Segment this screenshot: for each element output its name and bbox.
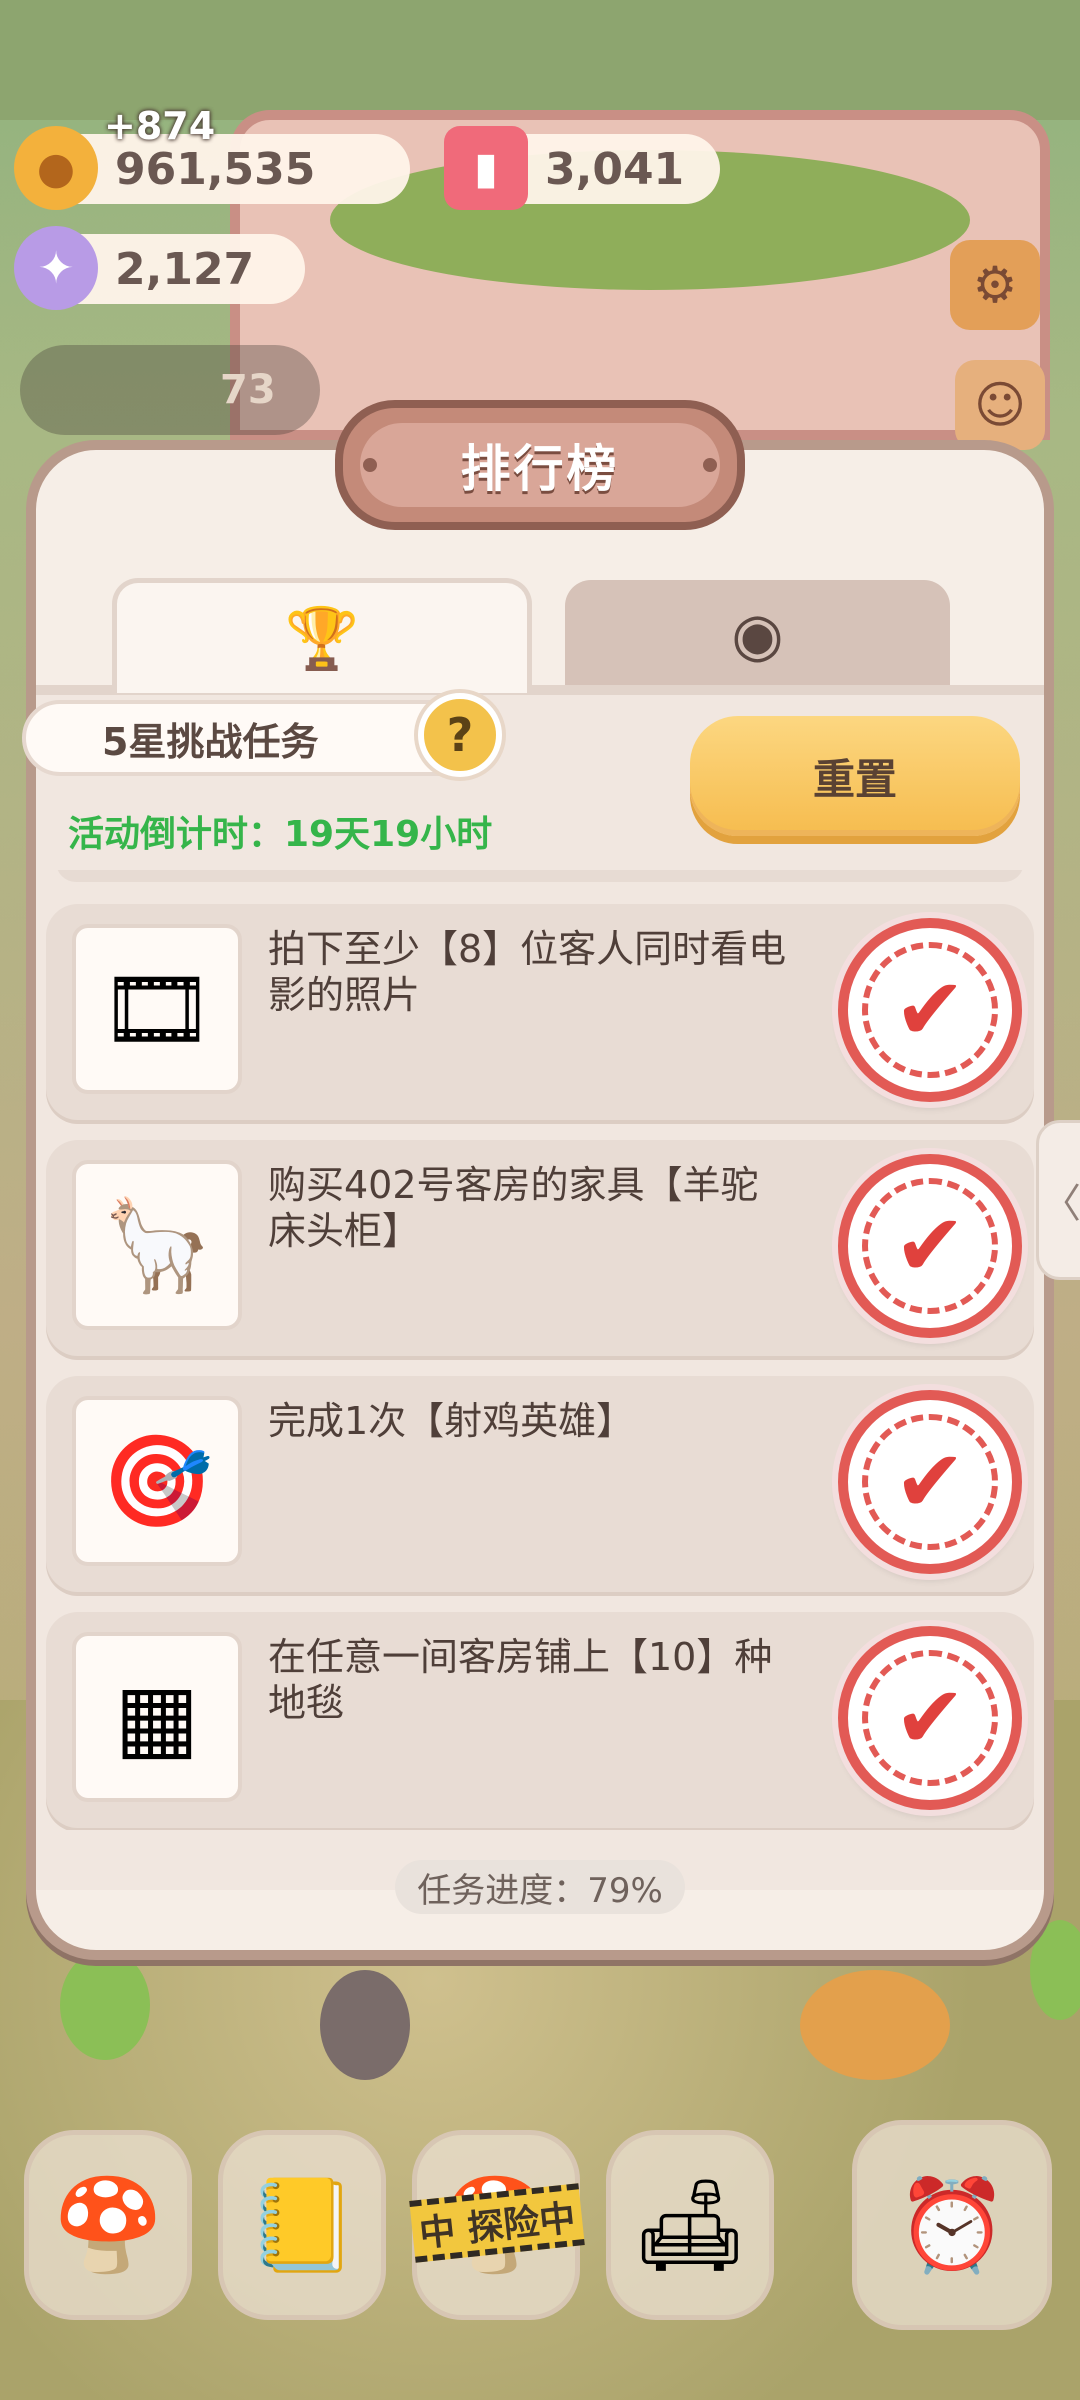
- modal-title-plate: 排行榜: [335, 400, 745, 530]
- npc-character: [800, 1970, 950, 2080]
- checkmark-icon: ✔: [862, 1414, 998, 1550]
- cookie-coin-icon: ●: [14, 126, 98, 210]
- shop-icon: 🛋: [632, 2172, 748, 2278]
- reset-button-label: 重置: [812, 754, 897, 804]
- checkmark-icon: ✔: [862, 942, 998, 1078]
- countdown-text: 活动倒计时：19天19小时: [68, 814, 493, 855]
- candy-value: 2,127: [115, 243, 255, 295]
- stamp-card-icon[interactable]: ☺: [955, 360, 1045, 450]
- completed-stamp-icon: ✔: [838, 1154, 1022, 1338]
- reset-button[interactable]: 重置: [690, 716, 1020, 836]
- task-item: ▦ 在任意一间客房铺上【10】种地毯 ✔: [46, 1612, 1034, 1828]
- npc-character: [60, 1950, 150, 2060]
- film-camera-icon: 🎞: [72, 924, 242, 1094]
- nav-mushroom-house[interactable]: 🍄: [24, 2130, 192, 2320]
- rivet-dot: [363, 458, 377, 472]
- alpaca-cabinet-icon: 🦙: [72, 1160, 242, 1330]
- coin-value: 961,535: [115, 143, 316, 195]
- nav-shop[interactable]: 🛋: [606, 2130, 774, 2320]
- coin-gain: +874: [104, 104, 216, 148]
- candy-icon: ✦: [14, 226, 98, 310]
- nav-fish-alarm[interactable]: ⏰: [852, 2120, 1052, 2330]
- dim-counter-value: 73: [220, 367, 276, 413]
- shooting-game-icon: 🎯: [72, 1396, 242, 1566]
- task-list-edge: [56, 870, 1024, 882]
- task-item: 🦙 购买402号客房的家具【羊驼床头柜】 ✔: [46, 1140, 1034, 1356]
- task-text: 购买402号客房的家具【羊驼床头柜】: [268, 1163, 759, 1253]
- tab-trophy[interactable]: 🏆: [112, 578, 532, 693]
- gear-icon[interactable]: ⚙: [950, 240, 1040, 330]
- task-header-label: 5星挑战任务: [102, 719, 319, 764]
- carpet-icon: ▦: [72, 1632, 242, 1802]
- help-button[interactable]: ?: [418, 693, 502, 777]
- candle-value: 3,041: [545, 143, 685, 195]
- nav-notebook[interactable]: 📒: [218, 2130, 386, 2320]
- task-progress: 任务进度：79%: [395, 1860, 685, 1914]
- completed-stamp-icon: ✔: [838, 918, 1022, 1102]
- rivet-dot: [703, 458, 717, 472]
- question-icon: ?: [446, 708, 474, 762]
- modal-title: 排行榜: [360, 423, 720, 507]
- fish-alarm-icon: ⏰: [895, 2172, 1009, 2278]
- task-text: 拍下至少【8】位客人同时看电影的照片: [268, 927, 787, 1017]
- task-list[interactable]: 🎞 拍下至少【8】位客人同时看电影的照片 ✔ 🦙 购买402号客房的家具【羊驼床…: [36, 870, 1044, 1830]
- notebook-icon: 📒: [245, 2172, 359, 2278]
- dim-counter: 73: [20, 345, 320, 435]
- trophy-icon: 🏆: [284, 603, 360, 674]
- mushroom-house-icon: 🍄: [51, 2172, 165, 2278]
- task-text: 完成1次【射鸡英雄】: [268, 1399, 635, 1443]
- completed-stamp-icon: ✔: [838, 1626, 1022, 1810]
- chevron-left-icon: 〈: [1041, 1181, 1080, 1227]
- checkmark-icon: ✔: [862, 1650, 998, 1786]
- task-item: 🎯 完成1次【射鸡英雄】 ✔: [46, 1376, 1034, 1592]
- tab-mushroom[interactable]: ◉: [565, 580, 950, 690]
- pink-candle-icon: ▮: [444, 126, 528, 210]
- candy-counter[interactable]: ✦ 2,127: [14, 226, 305, 310]
- side-drawer-handle[interactable]: 〈: [1036, 1120, 1080, 1280]
- npc-character: [320, 1970, 410, 2080]
- completed-stamp-icon: ✔: [838, 1390, 1022, 1574]
- task-item: 🎞 拍下至少【8】位客人同时看电影的照片 ✔: [46, 904, 1034, 1120]
- task-text: 在任意一间客房铺上【10】种地毯: [268, 1635, 773, 1725]
- candle-counter[interactable]: ▮ 3,041: [444, 126, 720, 210]
- checkmark-icon: ✔: [862, 1178, 998, 1314]
- mushroom-icon: ◉: [731, 600, 784, 670]
- background-top: [0, 0, 1080, 120]
